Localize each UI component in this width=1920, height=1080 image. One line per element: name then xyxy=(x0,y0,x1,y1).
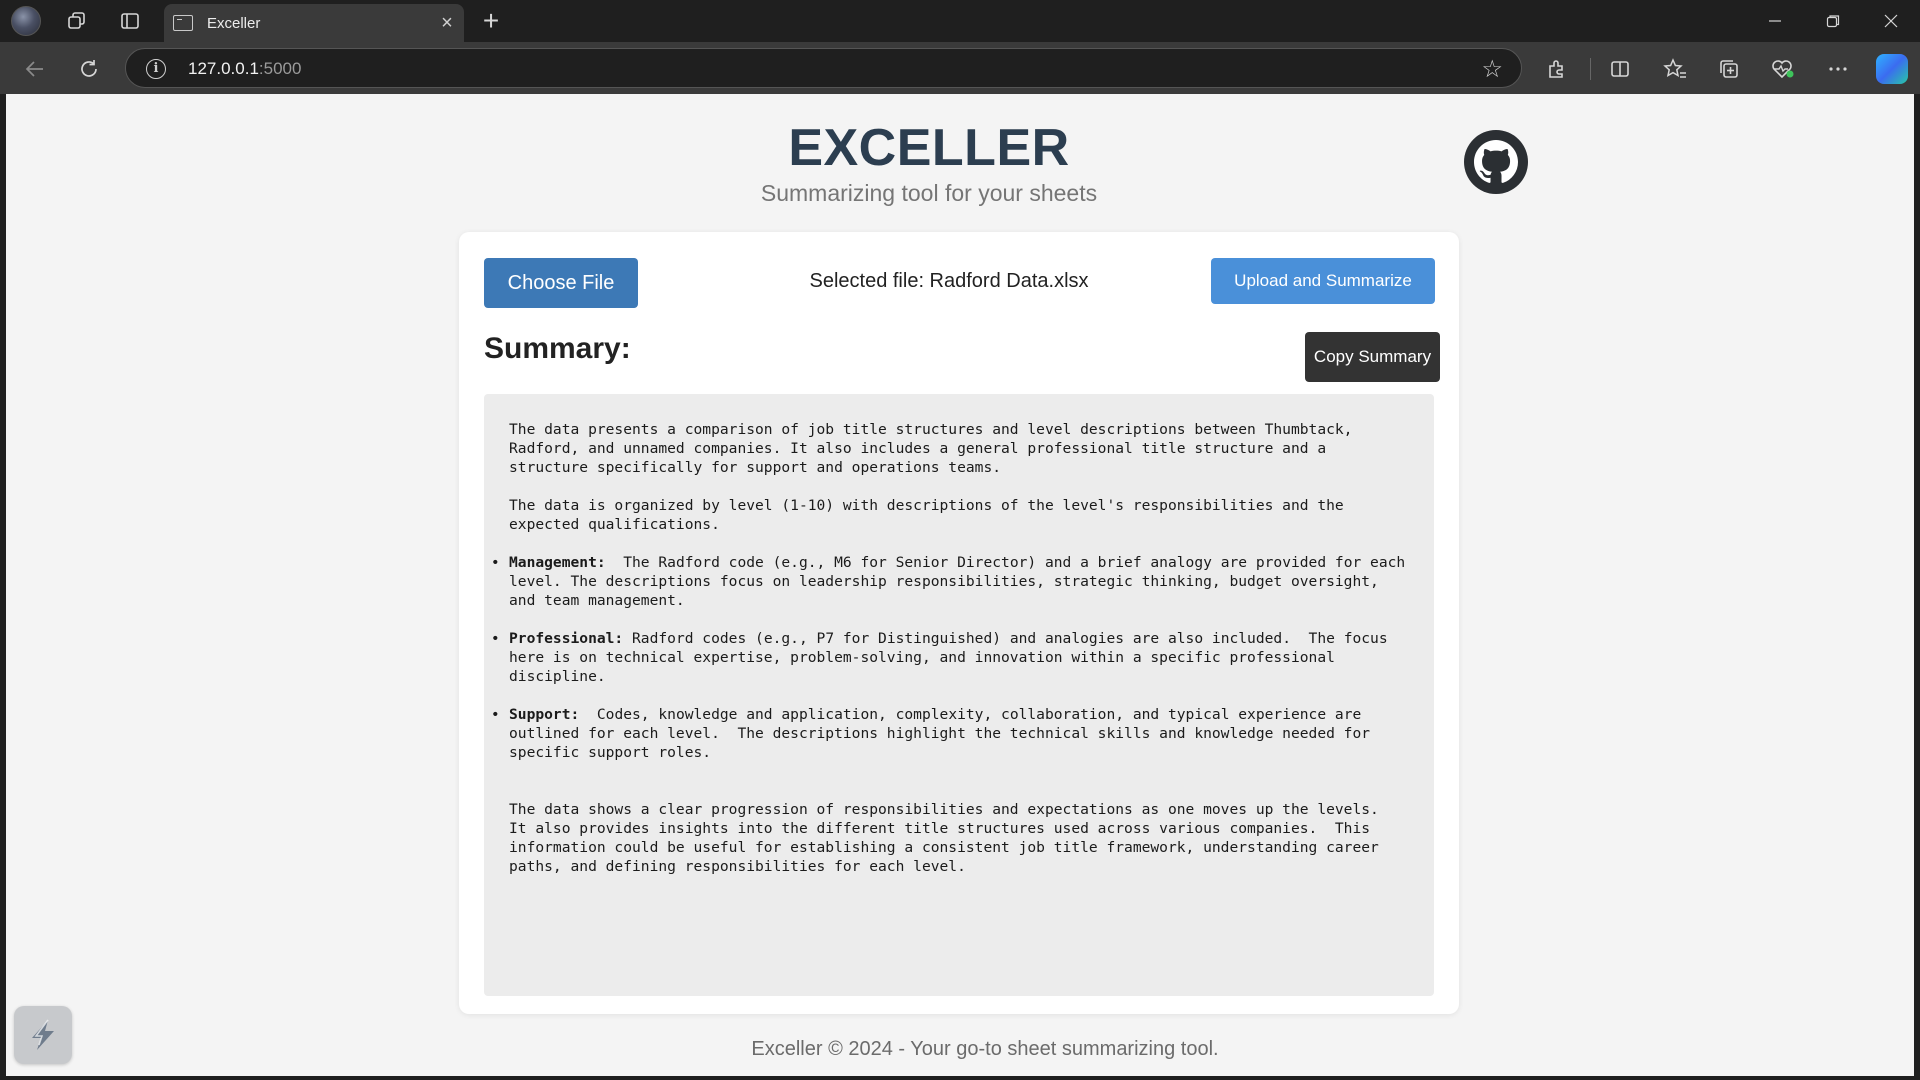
bullet-text: Codes, knowledge and application, comple… xyxy=(509,706,1379,761)
bullet-term: Support: xyxy=(509,706,580,723)
tab-actions-icon[interactable] xyxy=(115,7,145,35)
minimize-icon[interactable] xyxy=(1752,6,1798,36)
page-subtitle: Summarizing tool for your sheets xyxy=(760,180,1098,206)
info-icon[interactable]: i xyxy=(146,59,166,79)
summary-card: Choose File Selected file: Radford Data.… xyxy=(459,232,1459,1014)
profile-avatar[interactable] xyxy=(11,6,41,36)
url-text[interactable]: 127.0.0.1:5000 xyxy=(188,59,301,79)
page-footer: Exceller © 2024 - Your go-to sheet summa… xyxy=(751,1038,1219,1060)
bullet-term: Professional: xyxy=(509,630,624,647)
restore-icon[interactable] xyxy=(1810,6,1856,36)
github-icon[interactable] xyxy=(1464,130,1528,194)
extensions-icon[interactable] xyxy=(1541,53,1573,85)
copy-summary-button[interactable]: Copy Summary xyxy=(1305,332,1440,382)
new-tab-button[interactable]: + xyxy=(476,6,506,36)
more-icon[interactable] xyxy=(1822,53,1854,85)
list-item: Professional: Radford codes (e.g., P7 fo… xyxy=(491,629,1410,686)
selected-file-text: Selected file: Radford Data.xlsx xyxy=(809,270,1089,292)
favorites-icon[interactable] xyxy=(1659,53,1691,85)
bullet-text: The Radford code (e.g., M6 for Senior Di… xyxy=(509,554,1414,609)
summary-conclusion-paragraph: The data shows a clear progression of re… xyxy=(509,801,1397,875)
collections-icon[interactable] xyxy=(1713,53,1745,85)
toolbar-separator xyxy=(1590,58,1591,80)
star-icon[interactable]: ☆ xyxy=(1481,55,1503,84)
bullet-text: Radford codes (e.g., P7 for Distinguishe… xyxy=(509,630,1397,685)
page-viewport: EXCELLER Summarizing tool for your sheet… xyxy=(6,94,1914,1076)
list-item: Management: The Radford code (e.g., M6 f… xyxy=(491,553,1410,610)
tab-exceller[interactable]: Exceller × xyxy=(164,4,464,42)
workspaces-icon[interactable] xyxy=(62,7,92,35)
back-arrow-icon[interactable] xyxy=(18,52,52,86)
page-title: EXCELLER xyxy=(788,119,1070,177)
tab-title: Exceller xyxy=(207,14,261,32)
bullet-term: Management: xyxy=(509,554,606,571)
address-bar[interactable]: i 127.0.0.1:5000 ☆ xyxy=(125,48,1522,88)
choose-file-button[interactable]: Choose File xyxy=(484,258,638,308)
copilot-icon[interactable] xyxy=(1876,54,1908,84)
browser-essentials-icon[interactable] xyxy=(1767,53,1799,85)
split-screen-icon[interactable] xyxy=(1604,53,1636,85)
list-item: Support: Codes, knowledge and applicatio… xyxy=(491,705,1410,762)
address-bar-row: i 127.0.0.1:5000 ☆ xyxy=(0,42,1920,94)
summary-heading: Summary: xyxy=(484,332,631,365)
browser-title-bar: Exceller × + xyxy=(0,0,1920,42)
lightning-tool-icon[interactable] xyxy=(14,1006,72,1064)
upload-summarize-button[interactable]: Upload and Summarize xyxy=(1211,258,1435,304)
window-close-icon[interactable] xyxy=(1868,6,1914,36)
window-favicon xyxy=(173,15,193,31)
refresh-icon[interactable] xyxy=(72,52,106,86)
summary-organization-paragraph: The data is organized by level (1-10) wi… xyxy=(509,497,1344,533)
summary-output: The data presents a comparison of job ti… xyxy=(484,394,1434,996)
close-icon[interactable]: × xyxy=(432,12,462,35)
summary-intro-paragraph: The data presents a comparison of job ti… xyxy=(509,421,1353,476)
